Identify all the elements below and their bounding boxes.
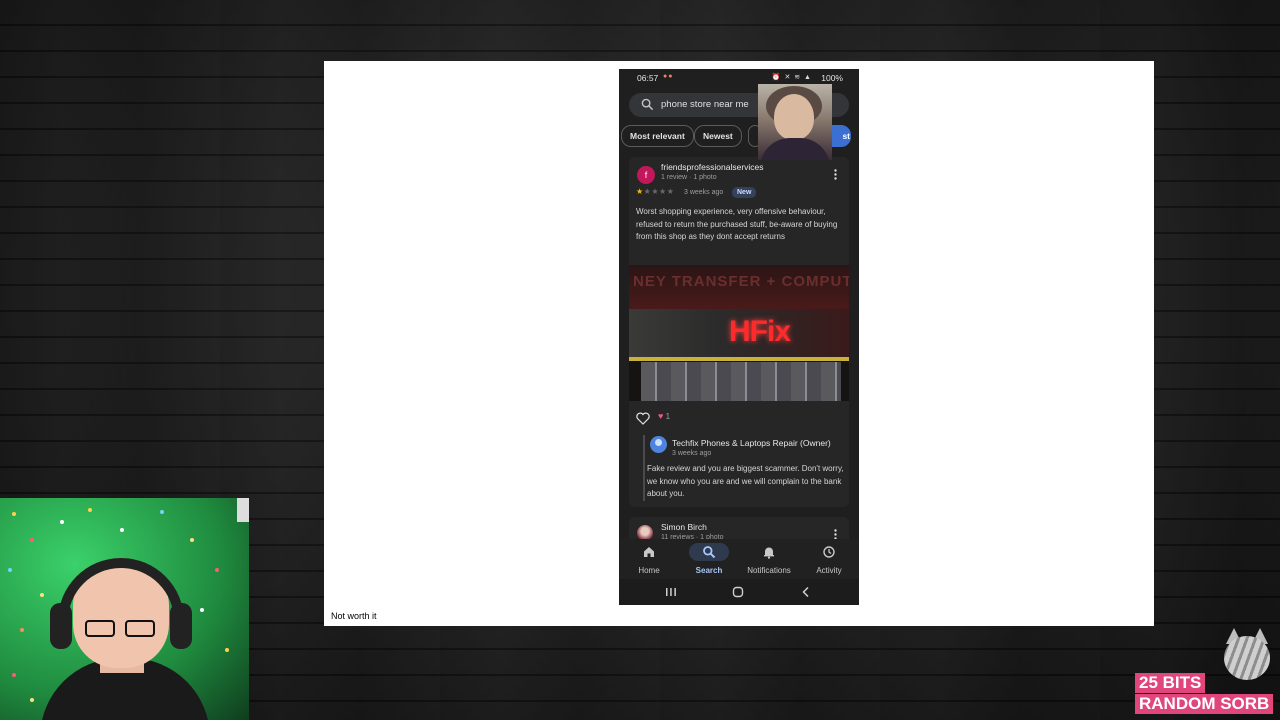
chip-most-relevant[interactable]: Most relevant [621, 125, 694, 147]
owner-name: Techfix Phones & Laptops Repair (Owner) [672, 438, 831, 448]
search-icon [703, 546, 716, 559]
nav-activity[interactable]: Activity [799, 539, 859, 579]
brand-line-2: RANDOM SORB [1135, 694, 1274, 714]
back-icon[interactable] [799, 585, 813, 599]
headphones [58, 558, 184, 628]
home-button-icon[interactable] [731, 585, 745, 599]
notification-icons: ●● [663, 73, 674, 80]
brand-line-1: 25 BITS [1135, 673, 1206, 693]
nav-label: Notifications [747, 566, 791, 575]
likes-count: 1 [665, 412, 671, 421]
star-icon: ★ [659, 187, 667, 196]
channel-branding: 25 BITS RANDOM SORB [1135, 673, 1275, 715]
heart-icon: ♥ [658, 411, 664, 421]
pip-webcam-overlay [758, 84, 832, 160]
review-card: f friendsprofessionalservices 1 review ·… [629, 157, 849, 507]
nav-search[interactable]: Search [679, 539, 739, 579]
reviewer-avatar[interactable]: f [637, 166, 655, 184]
home-icon [644, 547, 654, 557]
star-icon: ★ [651, 187, 660, 196]
search-icon [641, 98, 654, 111]
reply-divider [643, 435, 645, 501]
slide-caption: Not worth it [331, 611, 377, 621]
status-time: 06:57 [637, 73, 659, 83]
more-vert-icon[interactable] [834, 169, 837, 180]
nav-home[interactable]: Home [619, 539, 679, 579]
system-status-icons: ⏰ ✕ ≋ ▲ [771, 74, 812, 81]
star-icon: ★ [666, 187, 675, 196]
like-heart-icon[interactable] [636, 412, 650, 425]
star-icon: ★ [636, 187, 644, 196]
glasses [85, 620, 157, 638]
owner-reply-date: 3 weeks ago [672, 450, 712, 457]
battery-level: 100% [821, 73, 843, 83]
chip-newest[interactable]: Newest [694, 125, 742, 147]
nav-label: Activity [816, 566, 842, 575]
search-query[interactable]: phone store near me [661, 99, 749, 110]
status-bar: 06:57 ●● ⏰ ✕ ≋ ▲ 100% [619, 69, 859, 85]
photo-banner-text: NEY TRANSFER + COMPUTER [633, 273, 849, 290]
bottom-navigation: Home Search Notifications Activity [619, 539, 859, 579]
reaction-count: ♥ 1 [658, 411, 670, 421]
star-rating: ★★★★★ [636, 187, 674, 196]
nav-label: Search [695, 566, 723, 575]
activity-icon [823, 546, 835, 558]
recents-icon[interactable] [664, 585, 678, 599]
streamer-webcam [0, 498, 249, 720]
reviewer-name[interactable]: Simon Birch [661, 522, 707, 532]
bell-icon [764, 547, 774, 559]
new-badge: New [732, 187, 757, 198]
reviewer-meta: 1 review · 1 photo [661, 174, 717, 181]
owner-reply-text: Fake review and you are biggest scammer.… [647, 464, 844, 498]
review-photo[interactable]: NEY TRANSFER + COMPUTER HFix [629, 265, 849, 401]
photo-logo-text: HFix [729, 315, 791, 348]
review-text: Worst shopping experience, very offensiv… [636, 207, 838, 241]
nav-notifications[interactable]: Notifications [739, 539, 799, 579]
owner-avatar [650, 436, 667, 453]
system-navigation-bar [619, 579, 859, 605]
nav-label: Home [638, 566, 660, 575]
review-date: 3 weeks ago [684, 189, 724, 196]
reviewer-name[interactable]: friendsprofessionalservices [661, 162, 764, 172]
